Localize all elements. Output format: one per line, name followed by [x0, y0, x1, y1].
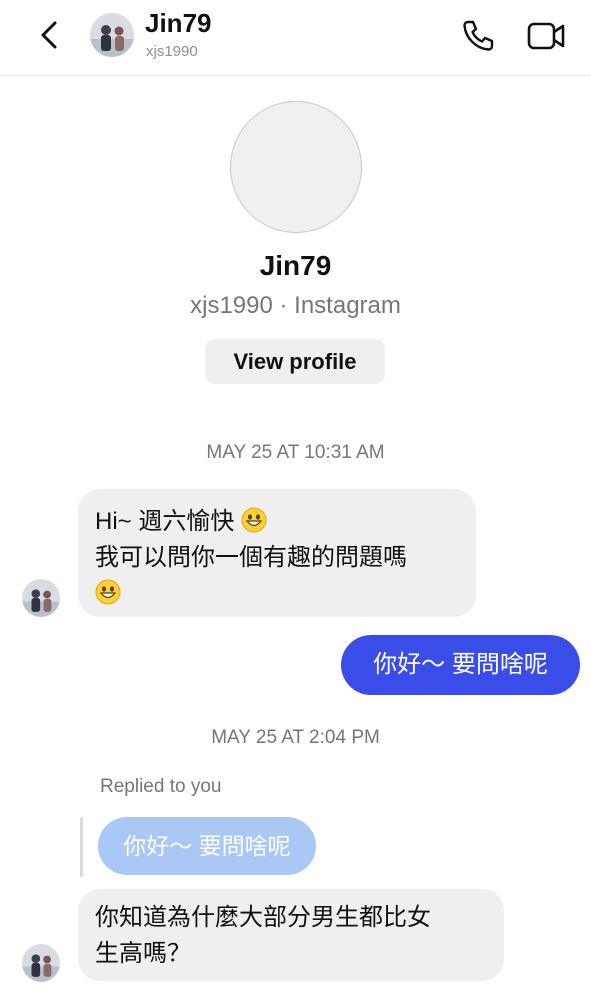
- video-camera-icon[interactable]: [526, 18, 566, 54]
- reply-indicator-bar: [80, 817, 83, 877]
- profile-subtitle: xjs1990 · Instagram: [190, 292, 401, 319]
- chat-header: [0, 0, 591, 76]
- profile-avatar-placeholder: [230, 101, 362, 233]
- grinning-face-emoji-icon: [241, 507, 267, 533]
- grinning-face-emoji-icon: [95, 579, 121, 605]
- avatar[interactable]: [90, 13, 134, 57]
- timestamp: MAY 25 AT 10:31 AM: [206, 442, 385, 463]
- replied-quote-bubble[interactable]: 你好～ 要問啥呢: [98, 817, 316, 875]
- message-text-line: 我可以問你一個有趣的問題嗎: [95, 544, 407, 571]
- received-message-bubble[interactable]: Hi~ 週六愉快 我可以問你一個有趣的問題嗎: [78, 489, 476, 617]
- profile-name: Jin79: [259, 250, 332, 281]
- contact-username: xjs1990: [146, 43, 198, 60]
- received-message-bubble[interactable]: 你知道為什麼大部分男生都比女 生高嗎？: [78, 889, 504, 981]
- contact-name[interactable]: Jin79: [145, 8, 212, 39]
- message-text-line: Hi~ 週六愉快: [95, 504, 476, 540]
- timestamp: MAY 25 AT 2:04 PM: [211, 727, 380, 748]
- sent-message-bubble[interactable]: 你好～ 要問啥呢: [341, 635, 580, 695]
- sender-avatar[interactable]: [22, 579, 60, 617]
- replied-to-label: Replied to you: [100, 776, 222, 797]
- message-text-line: 生高嗎？: [95, 940, 191, 967]
- message-text-line: 你知道為什麼大部分男生都比女: [95, 904, 431, 931]
- view-profile-button[interactable]: View profile: [205, 339, 385, 384]
- sender-avatar[interactable]: [22, 944, 60, 982]
- chevron-left-icon[interactable]: [36, 18, 64, 52]
- phone-icon[interactable]: [460, 18, 496, 54]
